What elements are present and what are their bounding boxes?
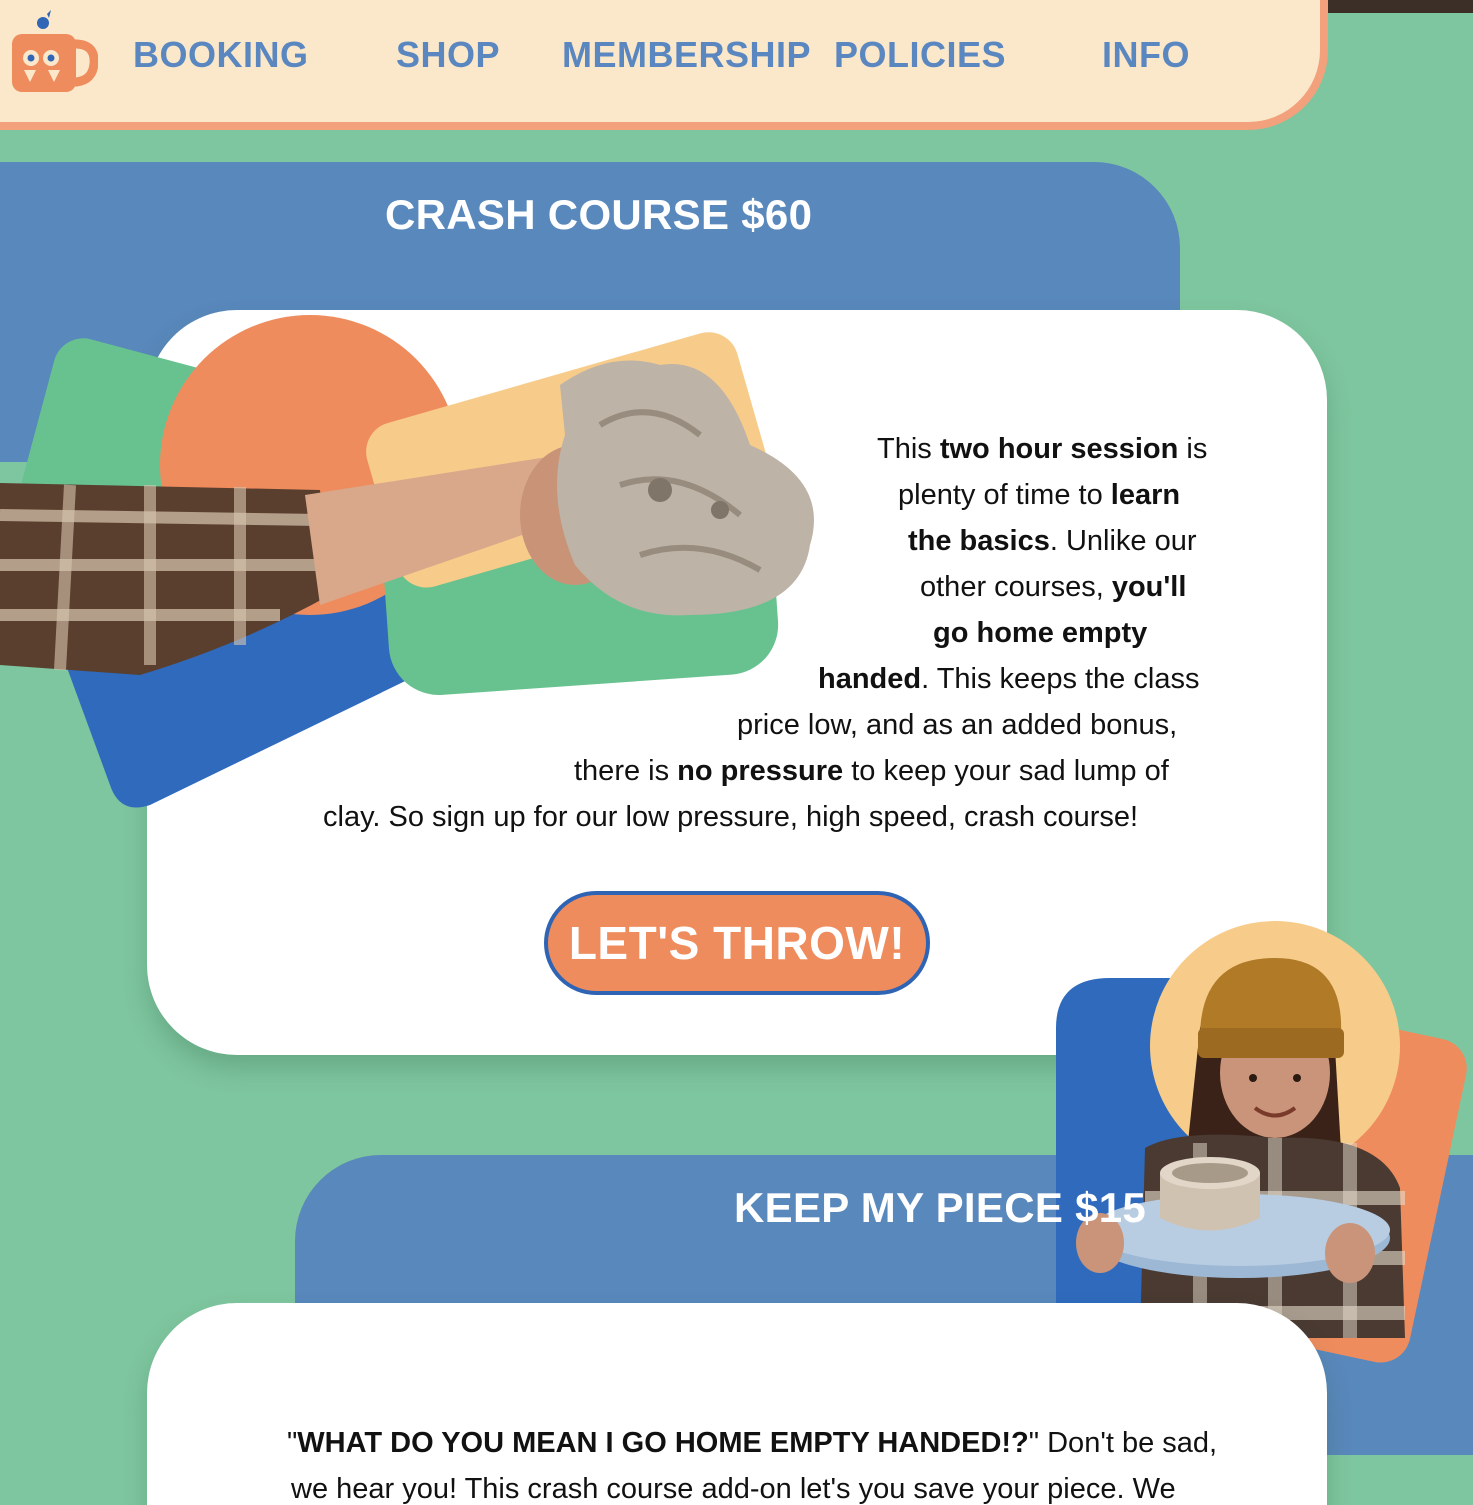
- crash-course-title: CRASH COURSE $60: [385, 191, 813, 238]
- nav-shop-link[interactable]: SHOP: [396, 34, 500, 76]
- lets-throw-button[interactable]: LET'S THROW!: [544, 891, 930, 995]
- nav-policies-link[interactable]: POLICIES: [834, 34, 1006, 76]
- crash-text-line-3: the basics. Unlike our: [908, 525, 1197, 557]
- nav-membership-link[interactable]: MEMBERSHIP: [562, 34, 811, 76]
- nav-booking-link[interactable]: BOOKING: [133, 34, 309, 76]
- keep-text-line-2: we hear you! This crash course add-on le…: [291, 1473, 1176, 1505]
- mug-face-logo-icon[interactable]: [8, 8, 98, 94]
- crash-text-line-6: handed. This keeps the class: [818, 663, 1200, 695]
- crash-text-line-5: go home empty: [933, 617, 1148, 649]
- clay-hand-illustration: [0, 315, 814, 808]
- nav-photo-strip: [1326, 0, 1473, 13]
- crash-text-line-1: This two hour session is: [877, 433, 1208, 465]
- keep-text-line-1: "WHAT DO YOU MEAN I GO HOME EMPTY HANDED…: [287, 1427, 1218, 1459]
- crash-text-line-4: other courses, you'll: [920, 571, 1187, 603]
- crash-text-line-8: there is no pressure to keep your sad lu…: [574, 755, 1169, 787]
- crash-text-line-7: price low, and as an added bonus,: [737, 709, 1178, 741]
- keep-piece-title: KEEP MY PIECE $15: [734, 1184, 1147, 1231]
- crash-text-line-2: plenty of time to learn: [898, 479, 1181, 511]
- crash-text-line-9: clay. So sign up for our low pressure, h…: [323, 801, 1139, 833]
- nav-info-link[interactable]: INFO: [1102, 34, 1190, 76]
